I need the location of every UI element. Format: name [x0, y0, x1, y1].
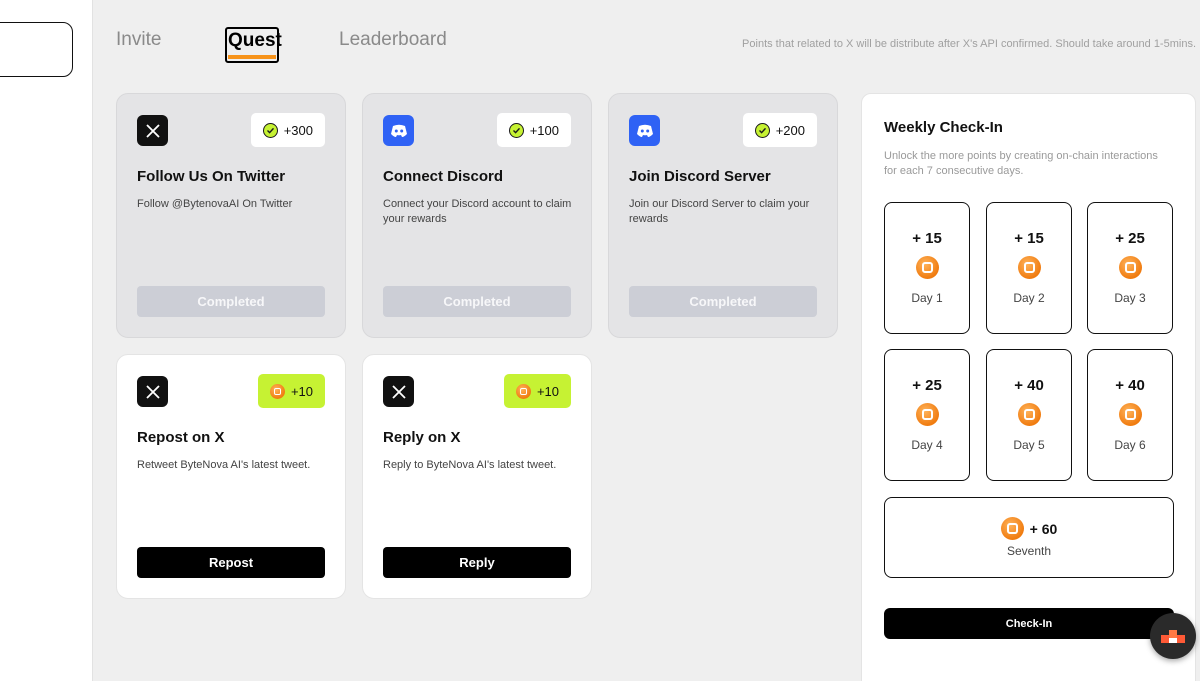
reward-badge: +200 [742, 113, 817, 147]
completed-button: Completed [137, 286, 325, 317]
quest-card-join-discord: +200 Join Discord Server Join our Discor… [608, 93, 838, 338]
tab-invite[interactable]: Invite [116, 28, 161, 52]
day-label: Day 6 [1114, 438, 1146, 452]
day-label: Day 3 [1114, 291, 1146, 305]
quest-card-reply: +10 Reply on X Reply to ByteNova AI's la… [362, 354, 592, 599]
day-label: Day 4 [911, 438, 943, 452]
check-icon [754, 122, 770, 138]
quest-card-follow-twitter: +300 Follow Us On Twitter Follow @Byteno… [116, 93, 346, 338]
day-amount: + 40 [1014, 377, 1044, 394]
coin-icon [1017, 403, 1041, 426]
tab-quest[interactable]: Quest [225, 27, 282, 63]
quest-card-repost: +10 Repost on X Retweet ByteNova AI's la… [116, 354, 346, 599]
reward-badge: +100 [496, 113, 571, 147]
coin-icon [915, 256, 939, 279]
x-logo-icon [137, 115, 168, 146]
tab-quest-label: Quest [228, 30, 282, 51]
active-tab-indicator [228, 55, 276, 59]
day-label: Day 2 [1013, 291, 1045, 305]
quest-description: Connect your Discord account to claim yo… [383, 198, 572, 225]
reward-amount: +10 [536, 383, 559, 399]
coin-icon [1017, 256, 1041, 279]
quest-title: Reply on X [383, 429, 461, 446]
reply-button[interactable]: Reply [383, 547, 571, 578]
sidebar-nav-item[interactable] [0, 22, 73, 77]
day-amount: + 25 [912, 377, 942, 394]
coin-icon [269, 383, 285, 399]
coin-icon [1118, 403, 1142, 426]
quest-description: Retweet ByteNova AI's latest tweet. [137, 459, 311, 471]
weekly-checkin-panel: Weekly Check-In Unlock the more points b… [861, 93, 1196, 681]
checkin-title: Weekly Check-In [884, 119, 1003, 136]
checkin-subtitle: Unlock the more points by creating on-ch… [884, 150, 1158, 177]
discord-logo-icon [629, 115, 660, 146]
coin-icon [1118, 256, 1142, 279]
seventh-reward-row: + 60 [1000, 517, 1058, 540]
check-icon [262, 122, 278, 138]
day-label: Day 5 [1013, 438, 1045, 452]
quest-description: Reply to ByteNova AI's latest tweet. [383, 459, 557, 471]
tab-leaderboard[interactable]: Leaderboard [339, 28, 447, 52]
checkin-day-1[interactable]: + 15 Day 1 [884, 202, 970, 334]
check-in-button[interactable]: Check-In [884, 608, 1174, 639]
coin-icon [915, 403, 939, 426]
checkin-day-5[interactable]: + 40 Day 5 [986, 349, 1072, 481]
coin-icon [515, 383, 531, 399]
completed-button: Completed [383, 286, 571, 317]
discord-logo-icon [383, 115, 414, 146]
check-icon [508, 122, 524, 138]
repost-button[interactable]: Repost [137, 547, 325, 578]
checkin-day-4[interactable]: + 25 Day 4 [884, 349, 970, 481]
reward-amount: +100 [529, 122, 559, 138]
sidebar [0, 0, 93, 681]
checkin-day-7[interactable]: + 60 Seventh [884, 497, 1174, 578]
quest-card-connect-discord: +100 Connect Discord Connect your Discor… [362, 93, 592, 338]
checkin-day-2[interactable]: + 15 Day 2 [986, 202, 1072, 334]
reward-amount: +10 [290, 383, 313, 399]
quest-title: Repost on X [137, 429, 225, 446]
day-amount: + 15 [912, 230, 942, 247]
api-notice: Points that related to X will be distrib… [742, 38, 1196, 50]
reward-amount: +200 [775, 122, 805, 138]
day-amount: + 60 [1029, 520, 1058, 537]
day-amount: + 40 [1115, 377, 1145, 394]
quest-title: Connect Discord [383, 168, 504, 185]
checkin-day-6[interactable]: + 40 Day 6 [1087, 349, 1173, 481]
floating-app-button[interactable] [1150, 613, 1196, 659]
coin-icon [1000, 517, 1024, 540]
checkin-day-3[interactable]: + 25 Day 3 [1087, 202, 1173, 334]
quest-description: Follow @BytenovaAI On Twitter [137, 198, 293, 210]
day-amount: + 15 [1014, 230, 1044, 247]
reward-badge: +300 [250, 113, 325, 147]
bytenova-logo-icon [1161, 630, 1185, 643]
quest-title: Follow Us On Twitter [137, 168, 286, 185]
reward-badge: +10 [503, 374, 571, 408]
day-amount: + 25 [1115, 230, 1145, 247]
reward-badge: +10 [257, 374, 325, 408]
x-logo-icon [137, 376, 168, 407]
day-label: Seventh [1006, 544, 1052, 558]
day-label: Day 1 [911, 291, 943, 305]
x-logo-icon [383, 376, 414, 407]
reward-amount: +300 [283, 122, 313, 138]
quest-title: Join Discord Server [629, 168, 771, 185]
completed-button: Completed [629, 286, 817, 317]
quest-description: Join our Discord Server to claim your re… [629, 198, 810, 225]
